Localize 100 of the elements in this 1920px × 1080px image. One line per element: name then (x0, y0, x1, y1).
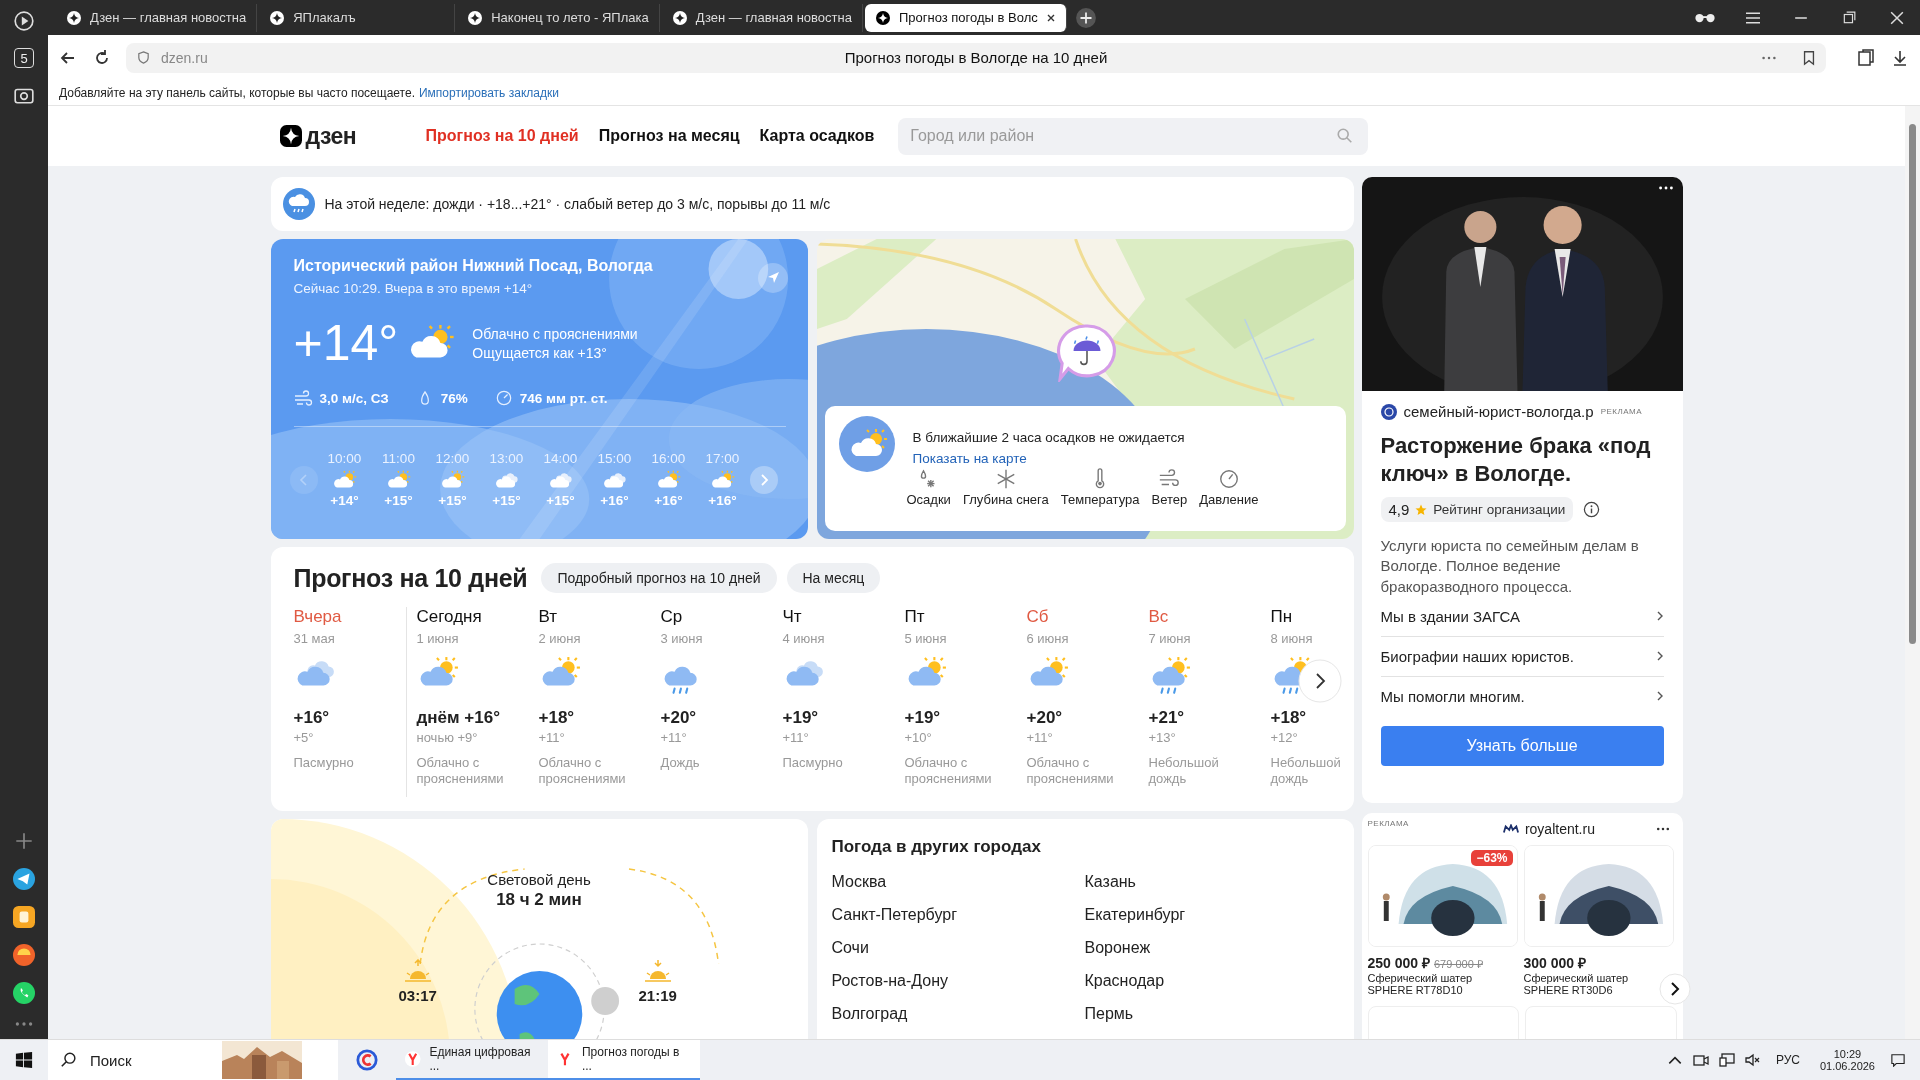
city-link[interactable]: Сочи (831, 939, 1085, 957)
current-time-text: Сейчас 10:29. Вчера в это время +14° (293, 281, 534, 296)
day-name: Ср (660, 607, 684, 627)
sunset-icon (642, 959, 673, 983)
nav-link[interactable]: Карта осадков (759, 127, 875, 145)
cloud-icon (493, 470, 520, 490)
logo-icon[interactable] (279, 125, 302, 147)
cloud-icon (547, 470, 574, 490)
feels-like-text: Ощущается как +13° (472, 344, 608, 361)
forecast-link-button[interactable]: На месяц (786, 563, 881, 593)
chevron-icon (1655, 610, 1664, 623)
partly-cloudy-icon (331, 470, 358, 490)
logo-icon (467, 9, 484, 26)
night-temperature: +13° (1148, 730, 1177, 745)
ad-link[interactable]: Мы в здании ЗАГСА (1380, 596, 1664, 637)
day-temperature: +18° (1270, 708, 1308, 728)
browser-tab[interactable]: Прогноз погоды в Волс (864, 3, 1067, 32)
camera-icon[interactable] (1692, 1053, 1709, 1067)
phone-chat-icon[interactable] (13, 982, 35, 1004)
map-layer-button[interactable]: Температура (1060, 468, 1140, 507)
product-price: 300 000 ₽ (1523, 954, 1586, 972)
hour-time: 12:00 (435, 451, 470, 466)
play-icon[interactable] (13, 10, 35, 32)
city-link[interactable]: Москва (831, 873, 1085, 891)
ad-label: РЕКЛАМА (1600, 407, 1643, 416)
collections-icon[interactable] (1856, 47, 1876, 68)
day-name: Вс (1148, 607, 1170, 627)
map-layer-button[interactable]: Давление (1199, 468, 1259, 507)
advertiser-domain[interactable]: семейный-юрист-вологда.р (1403, 403, 1594, 420)
app-icon[interactable] (13, 944, 35, 966)
windows-logo-icon[interactable] (15, 1051, 33, 1069)
product-model[interactable]: SPHERE RT78D10 (1367, 984, 1463, 996)
night-temperature: +11° (782, 730, 810, 745)
speaker-icon[interactable] (1744, 1053, 1761, 1067)
app-icon[interactable] (13, 906, 35, 928)
more-icon[interactable] (1656, 185, 1675, 191)
new-tab-icon[interactable] (1074, 6, 1097, 29)
browser-tab[interactable]: ЯПлакалъ (259, 3, 456, 32)
product-price: 250 000 ₽ (1367, 954, 1430, 972)
city-link[interactable]: Краснодар (1084, 972, 1339, 990)
day-date: 4 июня (782, 631, 826, 646)
map-layer-button[interactable]: Глубина снега (962, 468, 1049, 507)
city-link[interactable]: Пермь (1084, 1005, 1339, 1023)
close-icon[interactable] (1045, 12, 1056, 23)
humidity-value: 76% (440, 390, 468, 406)
hour-time: 16:00 (651, 451, 686, 466)
day-condition: Небольшой дождь (1148, 755, 1220, 787)
day-name: Сегодня (416, 607, 483, 627)
wind-value: 3,0 м/с, СЗ (319, 390, 389, 406)
notifications-icon[interactable] (1890, 1053, 1906, 1067)
show-on-map-link[interactable]: Показать на карте (912, 451, 1185, 466)
product-name[interactable]: Сферический шатер (1523, 972, 1629, 984)
city-link[interactable]: Волгоград (831, 1005, 1085, 1023)
network-icon[interactable] (1718, 1053, 1735, 1067)
address-bar[interactable]: dzen.ru Прогноз погоды в Вологде на 10 дней (126, 42, 1826, 73)
city-link[interactable]: Воронеж (1084, 939, 1339, 957)
map-layer-button[interactable]: Ветер (1151, 468, 1188, 507)
ad-link[interactable]: Мы помогли многим. (1380, 676, 1664, 716)
ad-label: РЕКЛАМА (1367, 819, 1409, 828)
nav-link[interactable]: Прогноз на месяц (598, 127, 740, 145)
clock-time[interactable]: 10:29 (1833, 1048, 1862, 1060)
day-date: 1 июня (416, 631, 460, 646)
advertiser-domain[interactable]: royaltent.ru (1524, 821, 1595, 837)
tab-count-badge[interactable]: 5 (14, 48, 34, 68)
map-layer-button[interactable]: Осадки (906, 468, 951, 507)
day-date: 6 июня (1026, 631, 1070, 646)
day-name: Чт (782, 607, 803, 627)
cloud-icon (601, 470, 628, 490)
day-date: 3 июня (660, 631, 704, 646)
city-link[interactable]: Казань (1084, 873, 1339, 891)
daylight-duration: 18 ч 2 мин (496, 890, 582, 910)
plus-icon[interactable] (13, 830, 35, 852)
logo-icon (671, 9, 688, 26)
city-link[interactable]: Екатеринбург (1084, 906, 1339, 924)
product-model[interactable]: SPHERE RT30D6 (1523, 984, 1613, 996)
product-name[interactable]: Сферический шатер (1367, 972, 1473, 984)
scrollbar[interactable] (1905, 106, 1920, 1040)
browser-tab[interactable]: Дзен — главная новостна (56, 3, 258, 32)
info-icon[interactable] (1583, 501, 1601, 518)
forecast-link-button[interactable]: Подробный прогноз на 10 дней (541, 563, 777, 593)
browser-tab[interactable]: Дзен — главная новостна (661, 3, 863, 32)
paper-plane-app-icon[interactable] (13, 868, 35, 890)
ad-title[interactable]: Расторжение брака «под ключ» в Вологде. (1380, 432, 1651, 487)
day-name: Сб (1026, 607, 1050, 627)
clock-date[interactable]: 01.06.2026 (1819, 1060, 1875, 1072)
day-condition: Облачно с прояснениями (416, 755, 505, 787)
ad-link[interactable]: Биографии наших юристов. (1380, 636, 1664, 677)
logo-text[interactable]: дзен (305, 122, 357, 150)
city-link[interactable]: Санкт-Петербург (831, 906, 1085, 924)
search-field[interactable]: Город или район (898, 117, 1369, 155)
nowcast-text: В ближайшие 2 часа осадков не ожидается (912, 430, 1185, 445)
more-icon[interactable] (1654, 826, 1671, 832)
city-link[interactable]: Ростов-на-Дону (831, 972, 1085, 990)
browser-tab[interactable]: Наконец то лето - ЯПлака (457, 3, 660, 32)
taskbar-button[interactable]: Прогноз погоды в ... (548, 1040, 700, 1080)
import-bookmarks-link[interactable]: Импортировать закладки (418, 85, 559, 100)
learn-more-button[interactable]: Узнать больше (1380, 725, 1664, 766)
nav-link[interactable]: Прогноз на 10 дней (425, 127, 579, 145)
language-indicator[interactable]: РУС (1775, 1053, 1800, 1067)
day-date: 7 июня (1148, 631, 1192, 646)
